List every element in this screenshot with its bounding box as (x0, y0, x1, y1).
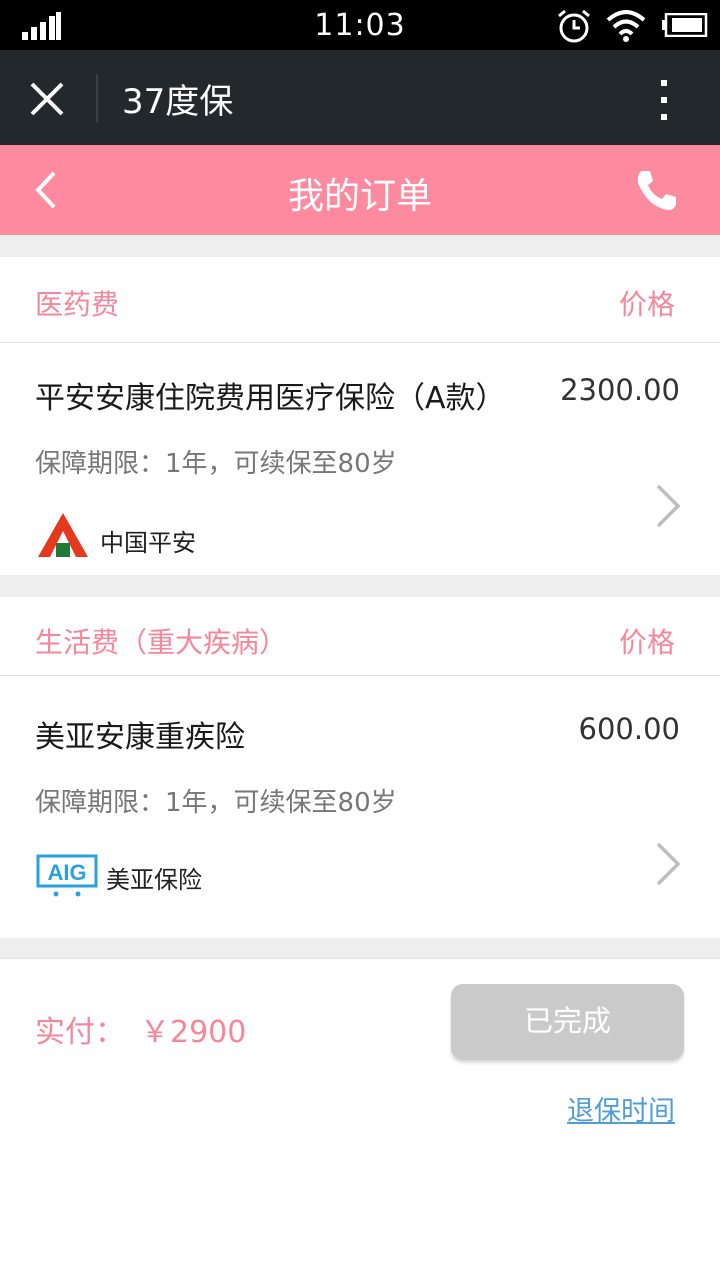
order-item-aig[interactable]: 美亚安康重疾险 600.00 保障期限：1年，可续保至80岁 AIG 美亚保险 (0, 676, 720, 938)
order-footer: 实付： ￥2900 已完成 退保时间 (0, 958, 720, 1282)
aig-logo-text: AIG (47, 860, 86, 885)
status-bar: 11:03 (0, 0, 720, 50)
close-icon[interactable] (26, 78, 68, 120)
paid-label: 实付： (35, 1015, 125, 1050)
price-label: 价格 (618, 626, 675, 659)
order-item-ping-an[interactable]: 平安安康住院费用医疗保险（A款） 2300.00 保障期限：1年，可续保至80岁… (0, 343, 720, 575)
company-name: 美亚保险 (106, 866, 202, 894)
product-name: 美亚安康重疾险 (35, 720, 245, 755)
section-header-medical: 医药费 价格 (0, 257, 720, 343)
more-icon[interactable] (654, 78, 674, 122)
aig-logo-icon: AIG (36, 854, 98, 897)
page-title: 我的订单 (287, 176, 432, 217)
app-bar: 37度保 (0, 50, 720, 145)
product-price: 600.00 (578, 712, 680, 746)
paid-amount: ￥2900 (140, 1015, 247, 1050)
refund-time-link[interactable]: 退保时间 (567, 1089, 675, 1128)
chevron-right-icon (656, 842, 681, 886)
product-price: 2300.00 (560, 373, 680, 407)
ping-an-logo-icon (38, 513, 88, 557)
category-label: 医药费 (35, 288, 120, 321)
chevron-right-icon (656, 484, 681, 528)
company-name: 中国平安 (100, 529, 196, 557)
price-label: 价格 (618, 288, 675, 321)
wifi-icon (606, 10, 646, 42)
coverage-term: 保障期限：1年，可续保至80岁 (35, 449, 397, 479)
app-title: 37度保 (122, 82, 234, 122)
alarm-icon (558, 9, 590, 43)
section-header-critical-illness: 生活费（重大疾病） 价格 (0, 597, 720, 676)
section-gap (0, 938, 720, 958)
phone-icon[interactable] (634, 169, 680, 211)
section-gap (0, 235, 720, 257)
coverage-term: 保障期限：1年，可续保至80岁 (35, 788, 397, 818)
page-header: 我的订单 (0, 145, 720, 235)
completed-button[interactable]: 已完成 (451, 984, 684, 1060)
category-label: 生活费（重大疾病） (35, 626, 288, 659)
battery-icon (662, 13, 708, 37)
app-bar-divider (96, 74, 98, 122)
section-gap (0, 575, 720, 597)
product-name: 平安安康住院费用医疗保险（A款） (35, 381, 506, 416)
